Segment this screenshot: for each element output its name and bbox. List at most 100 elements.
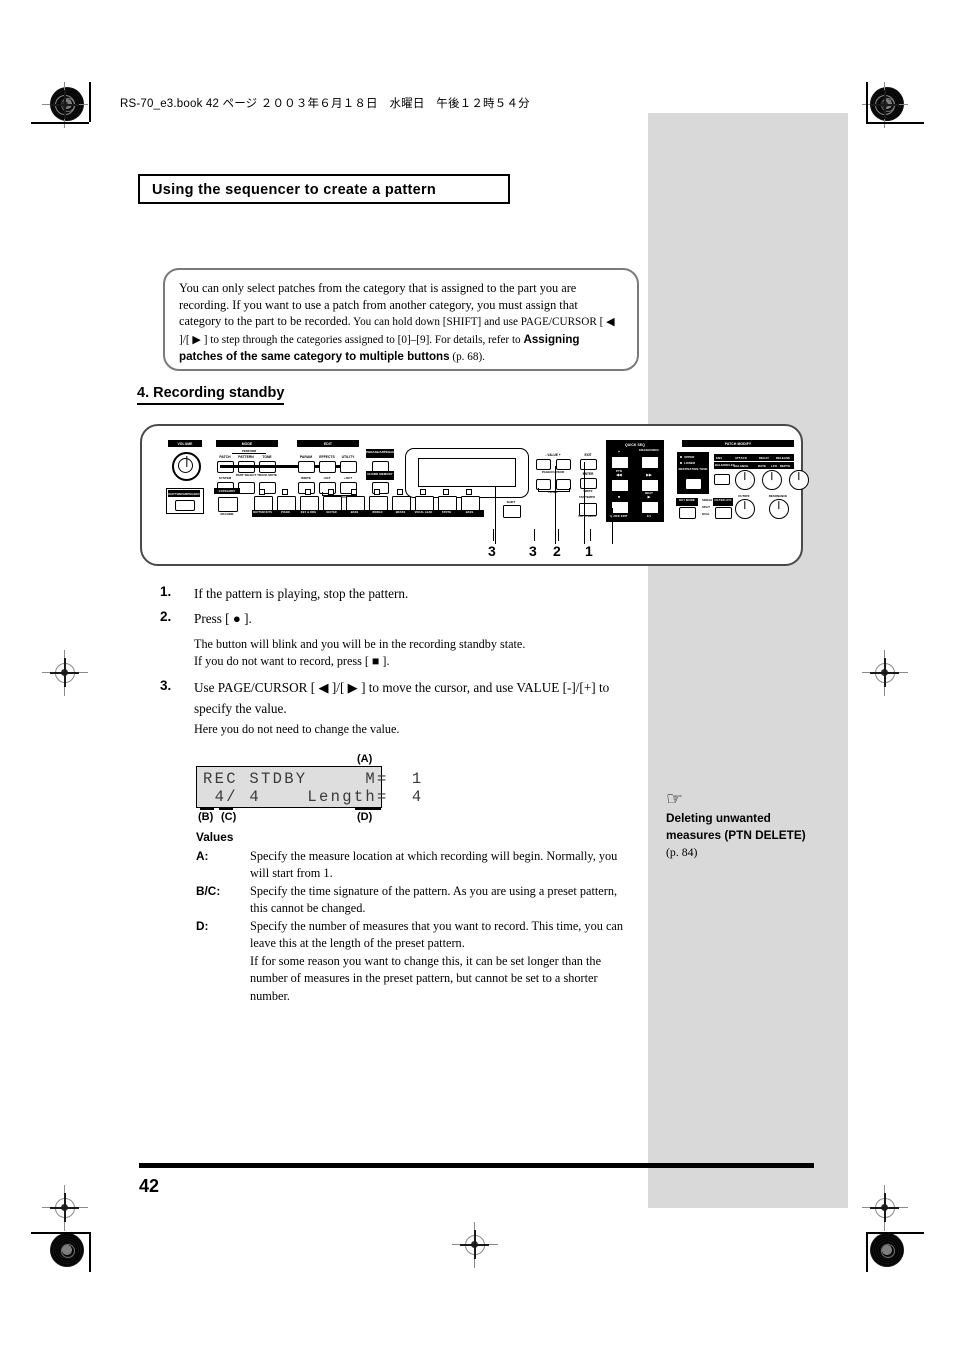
- callout-line-1: [612, 508, 614, 544]
- lcd-line-2: 4/ 4 Length= 4: [203, 788, 424, 806]
- shift-button[interactable]: [503, 505, 521, 518]
- edit-button-utility[interactable]: [340, 461, 357, 473]
- numeric-label-3: GUITAR: [326, 511, 337, 515]
- xref-page-ref: (p. 84): [666, 845, 698, 859]
- chapter-heading-box: Using the sequencer to create a pattern: [138, 174, 510, 204]
- quick-seq-ff-label: ▶▶: [646, 473, 652, 477]
- knob-label-balance: BALANCE: [733, 463, 749, 468]
- depth-knob[interactable]: [789, 470, 809, 490]
- numeric-button-2[interactable]: [300, 496, 319, 511]
- numeric-button-1[interactable]: [277, 496, 296, 511]
- note-callout-box: You can only select patches from the cat…: [163, 268, 639, 371]
- crop-mark-bottom-right: [862, 1185, 908, 1231]
- numeric-led-3: [328, 489, 334, 495]
- quick-seq-label: QUICK SEQ: [625, 443, 645, 447]
- section-heading: 4. Recording standby: [137, 385, 285, 405]
- tap-tempo-label: TAP TEMPO: [578, 495, 596, 499]
- edit-button-label-write: WRITE: [301, 476, 311, 480]
- quick-seq-erase-undo-label: ERASE/UNDO: [639, 448, 659, 452]
- cutoff-knob[interactable]: [735, 499, 755, 519]
- exit-label: EXIT: [584, 453, 592, 457]
- key-mode-button[interactable]: [679, 507, 696, 519]
- step-3-note-line-1: Here you do not need to change the value…: [194, 722, 400, 736]
- quick-seq-erase-undo-button[interactable]: [641, 456, 659, 469]
- numeric-button-0[interactable]: [254, 496, 273, 511]
- step-number-2: 2.: [160, 609, 172, 624]
- exit-button[interactable]: [580, 459, 597, 470]
- numeric-led-7: [420, 489, 426, 495]
- phrase-arp-label: PHRASE/ARPEGGIO: [366, 449, 396, 454]
- trim-line-bottom-left-h: [31, 1232, 89, 1234]
- rate-knob[interactable]: [762, 470, 782, 490]
- mode-button-label-patch: PATCH: [219, 455, 231, 459]
- quick-seq-stop-button[interactable]: [611, 501, 629, 514]
- xref-title-line-1: Deleting unwanted: [666, 811, 771, 825]
- step-number-1: 1.: [160, 584, 172, 599]
- trim-line-top-right-h: [866, 122, 924, 124]
- numeric-button-4[interactable]: [346, 496, 365, 511]
- numeric-button-3[interactable]: [323, 496, 342, 511]
- mode-button-label-part-select: PART SELECT: [235, 473, 257, 477]
- value-text-bc: Specify the time signature of the patter…: [250, 884, 618, 916]
- quick-seq-plus-button[interactable]: [611, 456, 629, 469]
- category-label: CATEGORY: [218, 489, 236, 494]
- numeric-led-0: [259, 489, 265, 495]
- value-minus-button[interactable]: [536, 459, 551, 470]
- lcd-callout-c: (C): [221, 811, 237, 823]
- callout-line-3b: [555, 466, 557, 544]
- callout-stem-3b: [534, 529, 536, 541]
- lcd-callout-a: (A): [357, 753, 373, 765]
- quick-seq-rewind-button[interactable]: [611, 479, 629, 492]
- quick-seq-record-play-button[interactable]: [641, 501, 659, 514]
- note-paragraph: You can only select patches from the cat…: [165, 270, 637, 366]
- edit-button-effects[interactable]: [319, 461, 336, 473]
- numeric-button-6[interactable]: [392, 496, 411, 511]
- knob-label-decay: DECAY: [758, 455, 770, 460]
- volume-label: VOLUME: [177, 442, 193, 446]
- patch-modify-select-button[interactable]: [714, 474, 730, 485]
- value-plus-button[interactable]: [556, 459, 571, 470]
- page-cursor-label: PAGE/CURSOR: [541, 470, 565, 474]
- rhythm-arp-button[interactable]: [175, 500, 195, 511]
- machine-label: MACHINE: [220, 512, 234, 516]
- value-text-d: Specify the number of measures that you …: [250, 919, 624, 951]
- destination-tone-button[interactable]: [685, 478, 702, 490]
- enter-button[interactable]: [580, 478, 597, 489]
- pointing-hand-icon: ☞: [666, 788, 684, 810]
- category-button[interactable]: [218, 497, 238, 512]
- value-key-d: D:: [196, 919, 209, 933]
- resonance-knob[interactable]: [769, 499, 789, 519]
- mode-button-part-select[interactable]: [238, 482, 255, 494]
- step-text-2: Press [ ● ].: [194, 611, 252, 626]
- step-2-note-line-2: If you do not want to record, press [ ■ …: [194, 654, 390, 668]
- xref-title-line-2: measures (PTN DELETE): [666, 828, 806, 842]
- filter-lfo-label: FILTER LFO: [714, 498, 732, 503]
- quick-seq-stop-label: ■: [617, 495, 621, 499]
- lcd-callout-c-underline: [219, 808, 233, 810]
- callout-stem-1: [590, 529, 592, 541]
- step-number-3: 3.: [160, 678, 172, 693]
- knob-label-attack: ATTACK: [734, 455, 748, 460]
- quick-seq-play-label: ▶: [647, 495, 651, 499]
- trim-line-top-left-v: [89, 82, 91, 122]
- destination-lower-led: [680, 461, 682, 464]
- knob-label-resonance: RESONANCE: [768, 494, 788, 498]
- sidebar-cross-reference: ☞ Deleting unwanted measures (PTN DELETE…: [666, 790, 834, 860]
- numeric-button-5[interactable]: [369, 496, 388, 511]
- book-file-info: RS-70_e3.book 42 ページ ２００３年６月１８日 水曜日 午後１２…: [120, 98, 530, 110]
- filter-lfo-button[interactable]: [715, 507, 732, 519]
- quick-seq-plus-label: +: [617, 450, 621, 454]
- numeric-button-7[interactable]: [415, 496, 434, 511]
- numeric-label-5: WORLD: [372, 511, 383, 515]
- trim-line-bottom-left-v: [89, 1232, 91, 1272]
- mode-label: MODE: [241, 442, 253, 446]
- numeric-button-8[interactable]: [438, 496, 457, 511]
- callout-number-3b: 3: [529, 543, 537, 559]
- edit-button-label-param: PARAM: [299, 455, 313, 459]
- edit-button-param[interactable]: [298, 461, 315, 473]
- numeric-button-9[interactable]: [461, 496, 480, 511]
- chapter-heading-text: Using the sequencer to create a pattern: [152, 182, 437, 198]
- key-mode-label: KEY MODE: [679, 498, 695, 503]
- balance-knob[interactable]: [735, 470, 755, 490]
- trim-line-bottom-right-v: [866, 1232, 868, 1272]
